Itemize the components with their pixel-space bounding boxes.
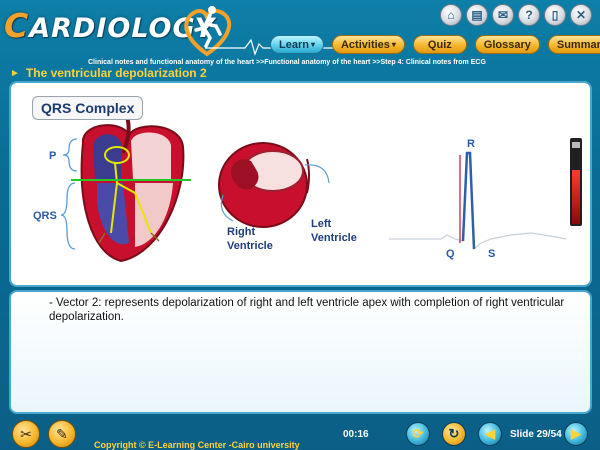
chevron-down-icon: ▾: [310, 40, 315, 49]
volume-level: [572, 170, 580, 224]
label-p: P: [49, 150, 57, 162]
volume-slider[interactable]: [570, 138, 582, 226]
glossary-button[interactable]: Glossary: [474, 35, 540, 54]
previous-slide-button[interactable]: ◀: [478, 422, 502, 446]
activities-button[interactable]: Activities ▾: [331, 35, 405, 54]
quiz-button[interactable]: Quiz: [412, 35, 467, 54]
close-icon[interactable]: ✕: [570, 4, 592, 26]
arrow-right-icon: ►: [10, 67, 20, 79]
help-icon[interactable]: ?: [518, 4, 540, 26]
mail-icon[interactable]: ✉: [492, 4, 514, 26]
timer: 00:16: [343, 429, 369, 440]
copyright-text: Copyright © E-Learning Center -Cairo uni…: [94, 440, 300, 450]
ecg-label-s: S: [488, 248, 496, 260]
chevron-down-icon: ▾: [391, 40, 396, 49]
replay-button[interactable]: ⟳: [406, 422, 430, 446]
activities-label: Activities: [340, 38, 390, 51]
description-panel: - Vector 2: represents depolarization of…: [9, 290, 592, 414]
main-nav: Learn ▾ Activities ▾ Quiz Glossary Summa…: [270, 35, 600, 54]
diagram-panel: QRS Complex P QRS Right Ventricle Left V…: [9, 81, 592, 287]
notepad-icon[interactable]: ✎: [48, 420, 76, 448]
learn-button[interactable]: Learn ▾: [270, 35, 324, 54]
page-title: The ventricular depolarization 2: [25, 66, 207, 80]
notes-icon[interactable]: ▯: [544, 4, 566, 26]
top-toolbar: ⌂ ▤ ✉ ? ▯ ✕: [440, 4, 592, 26]
label-left-ventricle: Left Ventricle: [311, 218, 357, 244]
label-right-ventricle: Right Ventricle: [227, 226, 273, 252]
print-icon[interactable]: ▤: [466, 4, 488, 26]
summary-button[interactable]: Summary: [547, 35, 600, 54]
home-icon[interactable]: ⌂: [440, 4, 462, 26]
qrs-complex-label: QRS Complex: [32, 96, 144, 120]
slide-counter: Slide 29/54: [510, 429, 562, 440]
footer: ✂ ✎ Copyright © E-Learning Center -Cairo…: [0, 414, 600, 450]
next-slide-button[interactable]: ▶: [564, 422, 588, 446]
heart-illustration: [71, 111, 191, 263]
volume-icon: [572, 142, 580, 148]
ecg-trace: [389, 151, 567, 251]
ventricle-illustration: [218, 142, 310, 228]
tools-icon[interactable]: ✂: [12, 420, 40, 448]
label-qrs: QRS: [33, 210, 57, 222]
slide-title-bar: ► The ventricular depolarization 2: [10, 66, 207, 80]
learn-label: Learn: [279, 38, 309, 51]
header: CARDIOLOGY ⌂ ▤ ✉ ? ▯ ✕ Learn ▾ Activitie…: [0, 0, 600, 66]
breadcrumb: Clinical notes and functional anatomy of…: [88, 59, 486, 66]
description-text: - Vector 2: represents depolarization of…: [49, 297, 565, 323]
ecg-label-q: Q: [446, 248, 455, 260]
ecg-label-r: R: [467, 138, 475, 150]
refresh-button[interactable]: ↻: [442, 422, 466, 446]
